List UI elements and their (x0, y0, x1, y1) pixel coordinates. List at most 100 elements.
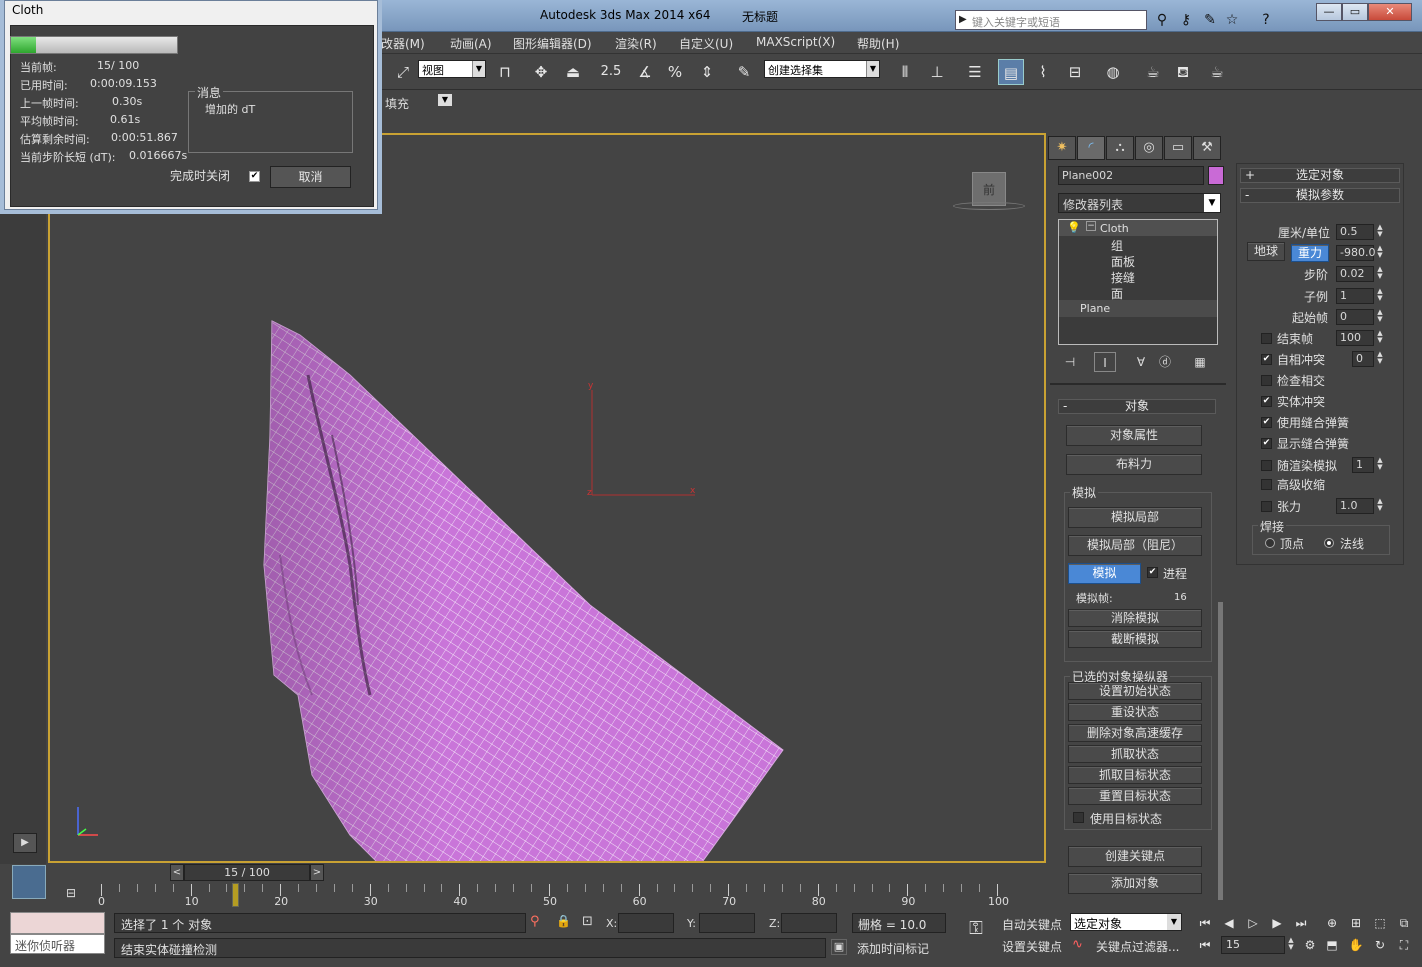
key-icon[interactable]: ⚷ (1176, 10, 1196, 30)
go-to-end-icon[interactable]: ⏭ (1291, 914, 1311, 932)
show-end-result-icon[interactable]: Ⅰ (1094, 352, 1116, 372)
tension-spinner[interactable]: ▲ ▼ (1375, 498, 1385, 514)
weld-normal-radio[interactable] (1324, 538, 1334, 548)
simulate-local-button[interactable]: 模拟局部 (1068, 507, 1202, 528)
help-icon[interactable]: ? (1256, 10, 1276, 30)
menu-help[interactable]: 帮助(H) (857, 35, 899, 52)
reset-state-button[interactable]: 重设状态 (1068, 703, 1202, 721)
zoom-region-icon[interactable]: ⬒ (1322, 936, 1342, 954)
curve-editor-icon[interactable]: ⌇ (1030, 59, 1056, 85)
grab-target-state-button[interactable]: 抓取目标状态 (1068, 766, 1202, 784)
render-setup-icon[interactable]: ☕ (1140, 59, 1166, 85)
remove-modifier-icon[interactable]: ⓓ (1154, 352, 1176, 372)
track-bar-icon[interactable]: ⊟ (60, 886, 82, 904)
self-collision-checkbox[interactable]: ✔ (1261, 354, 1272, 365)
show-sewing-springs-checkbox[interactable]: ✔ (1261, 438, 1272, 449)
align-icon[interactable]: ⊥ (924, 59, 950, 85)
zoom-icon[interactable]: ⊕ (1322, 914, 1342, 932)
check-intersection-checkbox[interactable] (1261, 375, 1272, 386)
view-cube-icon[interactable]: 前 (972, 172, 1006, 206)
binoculars-icon[interactable]: ⚲ (1152, 10, 1172, 30)
simulate-local-damped-button[interactable]: 模拟局部（阻尼） (1068, 535, 1202, 556)
communication-icon[interactable]: ✎ (1200, 10, 1220, 30)
time-slider[interactable]: 15 / 100 (184, 864, 310, 881)
zoom-extents-all-icon[interactable]: ⧉ (1394, 914, 1414, 932)
gravity-spinner[interactable]: ▲ ▼ (1375, 245, 1385, 261)
next-frame-icon[interactable]: ▶ (1267, 914, 1287, 932)
gravity-field[interactable]: -980.0 (1336, 245, 1375, 261)
menu-rendering[interactable]: 渲染(R) (615, 35, 657, 52)
cm-per-unit-spinner[interactable]: ▲ ▼ (1375, 224, 1385, 240)
view-cube-compass[interactable] (953, 202, 1025, 210)
layer-manager-icon[interactable]: ☰ (962, 59, 988, 85)
advanced-pinching-checkbox[interactable] (1261, 479, 1272, 490)
step-field[interactable]: 0.02 (1336, 266, 1374, 282)
mirror-icon[interactable]: ⫴ (892, 59, 918, 85)
solid-collision-checkbox[interactable]: ✔ (1261, 396, 1272, 407)
create-tab-icon[interactable]: ✷ (1048, 136, 1076, 160)
spinner-snap-icon[interactable]: ⇕ (694, 59, 720, 85)
truncate-simulation-button[interactable]: 截断模拟 (1068, 630, 1202, 648)
cancel-button[interactable]: 取消 (270, 166, 351, 188)
cloth-forces-button[interactable]: 布料力 (1066, 454, 1202, 475)
perspective-viewport[interactable]: y x z (48, 133, 1046, 863)
stack-sub-seam[interactable]: 接缝 (1111, 269, 1135, 286)
start-frame-spinner[interactable]: ▲ ▼ (1375, 309, 1385, 325)
menu-modifiers[interactable]: 改器(M) (381, 35, 425, 52)
pin-stack-icon[interactable]: ⊣ (1059, 352, 1081, 372)
maximize-viewport-icon[interactable]: ⛶ (1394, 936, 1414, 954)
gravity-button[interactable]: 重力 (1291, 244, 1329, 262)
viewport-thumbnail-icon[interactable] (12, 865, 46, 899)
stack-sub-group[interactable]: 组 (1111, 237, 1123, 254)
percent-snap-icon[interactable]: % (662, 59, 688, 85)
mini-listener-output[interactable]: 迷你侦听器 (10, 934, 105, 954)
time-slider-prev-icon[interactable]: < (170, 864, 184, 881)
subsample-field[interactable]: 1 (1336, 288, 1374, 304)
self-collision-spinner[interactable]: ▲ ▼ (1375, 351, 1385, 367)
keyboard-shortcut-toggle-icon[interactable]: ⏏ (560, 59, 586, 85)
sim-on-render-spinner[interactable]: ▲ ▼ (1375, 457, 1385, 473)
menu-maxscript[interactable]: MAXScript(X) (756, 35, 835, 49)
object-properties-button[interactable]: 对象属性 (1066, 425, 1202, 446)
zoom-extents-icon[interactable]: ⬚ (1370, 914, 1390, 932)
menu-animation[interactable]: 动画(A) (450, 35, 492, 52)
create-keys-button[interactable]: 创建关键点 (1068, 846, 1202, 867)
snap-toggle-icon[interactable]: 2.5 (598, 59, 624, 85)
viewport-layout-tab-icon[interactable]: ▶ (13, 833, 37, 853)
play-icon[interactable]: ▷ (1243, 914, 1263, 932)
menu-graph-editors[interactable]: 图形编辑器(D) (513, 35, 592, 52)
render-production-icon[interactable]: ☕ (1204, 59, 1230, 85)
time-cursor[interactable] (232, 883, 240, 907)
time-configuration-icon[interactable]: ⚙ (1300, 936, 1320, 954)
rendered-frame-window-icon[interactable]: ⛾ (1170, 59, 1196, 85)
cm-per-unit-field[interactable]: 0.5 (1336, 224, 1374, 240)
current-frame-spinner[interactable]: ▲ ▼ (1286, 937, 1296, 953)
pivot-center-icon[interactable]: ⊓ (492, 59, 518, 85)
z-coord-field[interactable] (781, 913, 837, 933)
progress-checkbox[interactable]: ✔ (1147, 567, 1158, 578)
use-sewing-springs-checkbox[interactable]: ✔ (1261, 417, 1272, 428)
material-editor-icon[interactable]: ◍ (1100, 59, 1126, 85)
select-manipulate-icon[interactable]: ✥ (528, 59, 554, 85)
grab-state-button[interactable]: 抓取状态 (1068, 745, 1202, 763)
object-color-swatch[interactable] (1208, 166, 1224, 185)
delete-object-cache-button[interactable]: 删除对象高速缓存 (1068, 724, 1202, 742)
set-key-icon[interactable]: ⚿ (958, 918, 994, 948)
end-frame-spinner[interactable]: ▲ ▼ (1375, 330, 1385, 346)
key-filters-button[interactable]: 关键点过滤器... (1096, 938, 1179, 955)
x-coord-field[interactable] (618, 913, 674, 933)
motion-tab-icon[interactable]: ◎ (1135, 136, 1163, 160)
object-name-field[interactable]: Plane002 (1058, 166, 1204, 185)
maximize-button[interactable]: ▭ (1342, 3, 1368, 21)
search-expand-icon[interactable]: ▶ (959, 14, 967, 25)
pan-view-icon[interactable]: ✋ (1346, 936, 1366, 954)
key-mode-toggle-icon[interactable]: ⏮ (1195, 936, 1215, 954)
selected-object-rollout-header[interactable]: + 选定对象 (1240, 168, 1400, 183)
isolate-selection-icon[interactable]: ⚲ (530, 914, 540, 929)
end-frame-field[interactable]: 100 (1336, 330, 1374, 346)
utilities-tab-icon[interactable]: ⚒ (1193, 136, 1221, 160)
time-slider-next-icon[interactable]: > (310, 864, 324, 881)
subsample-spinner[interactable]: ▲ ▼ (1375, 288, 1385, 304)
use-target-state-checkbox[interactable] (1073, 812, 1084, 823)
modify-tab-icon[interactable]: ◜ (1077, 136, 1105, 160)
